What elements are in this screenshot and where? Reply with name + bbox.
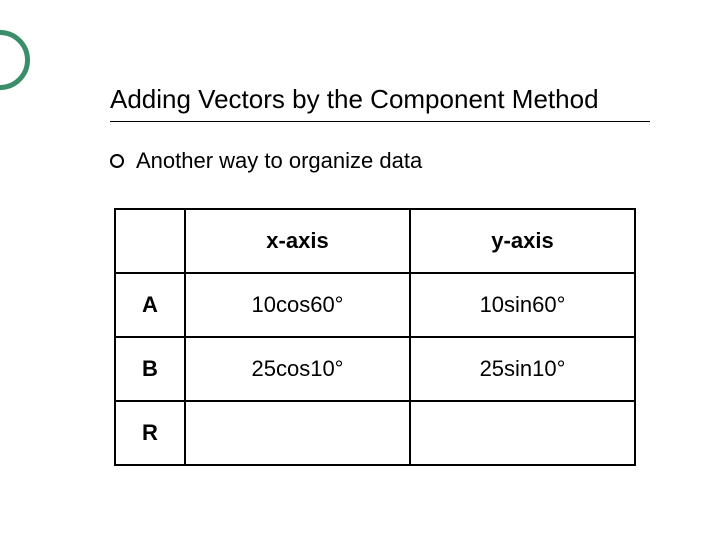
circle-bullet-icon: [110, 154, 124, 168]
slide-body: Adding Vectors by the Component Method A…: [0, 0, 720, 466]
component-table: x-axis y-axis A 10cos60° 10sin60° B 25co…: [114, 208, 636, 466]
header-y-axis: y-axis: [410, 209, 635, 273]
cell-b-y: 25sin10°: [410, 337, 635, 401]
header-blank: [115, 209, 185, 273]
row-label-b: B: [115, 337, 185, 401]
table-row: R: [115, 401, 635, 465]
cell-a-x: 10cos60°: [185, 273, 410, 337]
table-header-row: x-axis y-axis: [115, 209, 635, 273]
cell-r-y: [410, 401, 635, 465]
slide-title: Adding Vectors by the Component Method: [110, 84, 650, 115]
row-label-a: A: [115, 273, 185, 337]
header-x-axis: x-axis: [185, 209, 410, 273]
title-underline: [110, 121, 650, 122]
row-label-r: R: [115, 401, 185, 465]
cell-b-x: 25cos10°: [185, 337, 410, 401]
table-row: B 25cos10° 25sin10°: [115, 337, 635, 401]
table-row: A 10cos60° 10sin60°: [115, 273, 635, 337]
cell-a-y: 10sin60°: [410, 273, 635, 337]
bullet-item: Another way to organize data: [110, 148, 650, 174]
cell-r-x: [185, 401, 410, 465]
bullet-text: Another way to organize data: [136, 148, 422, 174]
